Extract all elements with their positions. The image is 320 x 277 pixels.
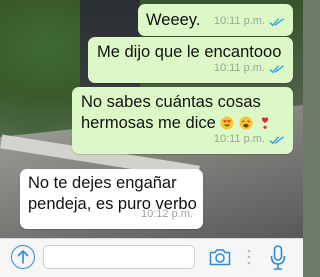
double-check-icon — [269, 64, 284, 73]
message-meta: 10:11 p.m. — [214, 11, 285, 32]
double-check-icon — [269, 17, 284, 26]
double-check-icon — [269, 135, 284, 144]
outgoing-message[interactable]: Weeey. 10:11 p.m. — [138, 4, 293, 36]
message-meta: 10:11 p.m. — [214, 58, 285, 79]
message-text: Weeey. — [146, 11, 201, 29]
message-text-block: No sabes cuántas cosas hermosas me dice — [81, 92, 286, 134]
message-composer — [0, 238, 303, 277]
message-time: 10:11 p.m. — [213, 133, 265, 145]
microphone-icon[interactable] — [270, 245, 286, 271]
outgoing-message[interactable]: No sabes cuántas cosas hermosas me dice … — [72, 87, 293, 154]
message-input[interactable] — [43, 245, 195, 269]
message-text: No sabes cuántas cosas hermosas me dice — [81, 93, 261, 132]
heart-eyes-emoji-icon — [220, 116, 234, 130]
message-time: 10:11 p.m. — [213, 15, 265, 27]
message-time: 10:12 p.m. — [141, 208, 193, 220]
message-time: 10:11 p.m. — [213, 62, 265, 74]
heart-exclamation-emoji-icon — [261, 117, 268, 129]
incoming-message[interactable]: No te dejes engañar pendeja, es puro ver… — [20, 169, 203, 229]
message-meta: 10:12 p.m. — [141, 204, 193, 225]
weary-emoji-icon — [239, 116, 253, 130]
upload-icon — [17, 250, 29, 264]
message-meta: 10:11 p.m. — [214, 129, 285, 150]
outgoing-message[interactable]: Me dijo que le encantooo 10:11 p.m. — [88, 37, 293, 83]
dots-icon — [247, 249, 251, 265]
upload-button[interactable] — [11, 245, 35, 269]
camera-icon[interactable] — [209, 248, 231, 266]
